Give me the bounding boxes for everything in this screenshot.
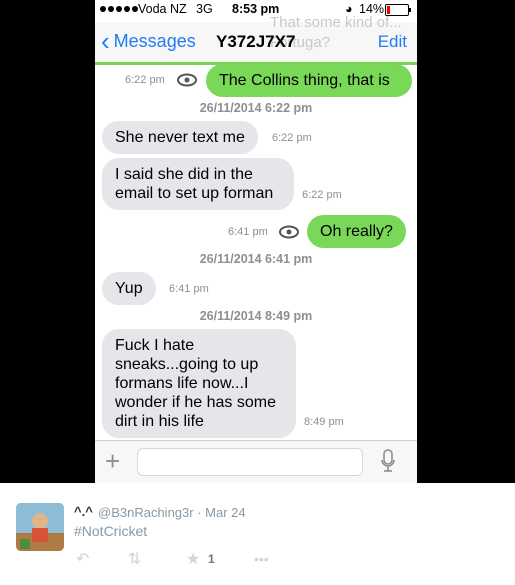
message-bubble-outgoing[interactable]: Oh really? — [307, 215, 406, 248]
message-time: 6:41 pm — [228, 226, 268, 238]
message-time: 6:22 pm — [302, 189, 342, 201]
date-separator: 26/11/2014 6:22 pm — [95, 101, 417, 115]
date-separator: 26/11/2014 6:41 pm — [95, 252, 417, 266]
chevron-left-icon: ‹ — [101, 26, 110, 56]
avatar-image — [16, 503, 64, 551]
message-time: 6:41 pm — [169, 283, 209, 295]
retweet-icon[interactable]: ⇅ — [128, 549, 141, 569]
back-label: Messages — [113, 30, 196, 51]
tweet-actions: ↶ ⇅ ★ 1 ••• — [74, 549, 294, 569]
message-time: 8:49 pm — [304, 416, 344, 428]
favorite-star-icon[interactable]: ★ — [186, 549, 200, 569]
message-time: 6:22 pm — [125, 74, 165, 86]
conversation-header: That some kind of... Fortuga? ‹ Messages… — [95, 14, 417, 65]
favorite-count: 1 — [208, 552, 215, 566]
date-separator-date: 26/11/2014 — [199, 309, 262, 323]
date-separator-time: 6:41 pm — [265, 252, 313, 266]
message-bubble-incoming[interactable]: Fuck I hate sneaks...going to up formans… — [102, 329, 296, 438]
signal-icon — [100, 6, 138, 12]
tweet-handle[interactable]: @B3nRaching3r · Mar 24 — [98, 505, 246, 520]
tweet-text[interactable]: #NotCricket — [74, 523, 147, 539]
carrier-label: Voda NZ — [138, 2, 187, 16]
date-separator-date: 26/11/2014 — [199, 101, 262, 115]
eye-icon — [279, 225, 299, 239]
tweet-card: ^.^ @B3nRaching3r · Mar 24 #NotCricket ↶… — [0, 483, 515, 585]
add-attachment-button[interactable]: + — [105, 448, 120, 474]
date-separator-date: 26/11/2014 — [199, 252, 262, 266]
network-label: 3G — [196, 2, 213, 16]
message-composer: + — [95, 440, 417, 483]
edit-button[interactable]: Edit — [378, 32, 407, 52]
avatar[interactable] — [16, 503, 64, 551]
message-bubble-incoming[interactable]: She never text me — [102, 121, 258, 154]
date-separator: 26/11/2014 8:49 pm — [95, 309, 417, 323]
date-separator-time: 6:22 pm — [265, 101, 313, 115]
eye-icon — [177, 73, 197, 87]
messages-back-button[interactable]: ‹ Messages — [101, 26, 196, 56]
microphone-icon[interactable] — [380, 449, 396, 473]
tweet-display-name[interactable]: ^.^ — [74, 504, 93, 519]
message-time: 6:22 pm — [272, 132, 312, 144]
more-options-icon[interactable]: ••• — [254, 551, 269, 567]
date-separator-time: 8:49 pm — [265, 309, 313, 323]
message-bubble-incoming[interactable]: I said she did in the email to set up fo… — [102, 158, 294, 210]
message-input[interactable] — [137, 448, 363, 476]
message-bubble-incoming[interactable]: Yup — [102, 272, 156, 305]
phone-screenshot: Voda NZ 3G 8:53 pm ◕ 14% That some kind … — [95, 0, 417, 483]
contact-title: Y372J7X7 — [216, 32, 296, 51]
reply-icon[interactable]: ↶ — [76, 549, 89, 569]
message-bubble-outgoing[interactable]: The Collins thing, that is — [206, 64, 412, 97]
